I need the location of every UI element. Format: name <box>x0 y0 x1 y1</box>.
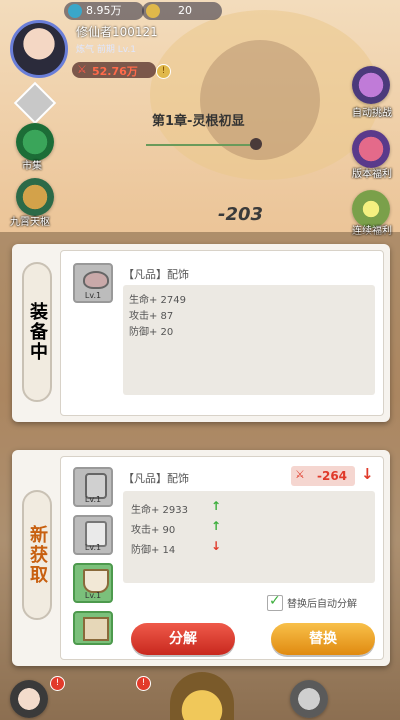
gem-icon <box>68 4 82 18</box>
currency-pill-2: 20 <box>142 2 222 20</box>
check-icon: ✓ <box>269 593 281 609</box>
bottom-red-dot-2: ! <box>136 676 151 691</box>
new-tab: 新获取 <box>22 490 52 620</box>
stat-down-arrow-icon: ↓ <box>211 539 222 553</box>
auto-challenge-icon[interactable] <box>352 66 390 104</box>
replace-button[interactable]: 替换 <box>271 623 375 655</box>
sky-pivot-label: 九霄天枢 <box>10 217 50 228</box>
version-welfare-label: 版本福利 <box>352 169 392 180</box>
equipped-item-slot[interactable]: Lv.1 <box>73 263 113 303</box>
swords-icon: ⚔ <box>77 63 87 76</box>
stat-up-arrow-icon: ↑ <box>211 499 222 513</box>
equipped-stats-box: 生命+ 2749 攻击+ 87 防御+ 20 <box>123 285 375 395</box>
player-name: 修仙者100121 <box>76 25 158 39</box>
boots-icon <box>83 617 109 641</box>
new-item-panel: 新获取 Lv.1 Lv.1 Lv.1 【凡品】配饰 ⚔ -264 ↓ 生命+ 2… <box>12 450 390 666</box>
player-avatar[interactable] <box>10 20 68 78</box>
crossed-swords-icon: ⚔ <box>295 468 305 481</box>
market-icon[interactable] <box>16 123 54 161</box>
equipped-tab: 装备中 <box>22 262 52 402</box>
new-item-slot-1[interactable]: Lv.1 <box>73 467 113 507</box>
chapter-title: 第1章-灵根初显 <box>152 114 245 129</box>
new-stat-hp: 生命+ 2933 <box>131 505 189 516</box>
auto-decompose-checkbox[interactable]: ✓ <box>267 593 283 611</box>
coin-icon <box>146 4 160 18</box>
new-stat-def: 防御+ 14 <box>131 545 176 556</box>
equipped-quality: 【凡品】配饰 <box>123 268 189 281</box>
power-pill: ⚔ 52.76万 <box>72 62 156 78</box>
bottom-red-dot: ! <box>50 676 65 691</box>
boss-node <box>250 138 262 150</box>
equipped-card: Lv.1 【凡品】配饰 生命+ 2749 攻击+ 87 防御+ 20 <box>60 250 384 416</box>
stat-hp: 生命+ 2749 <box>129 295 187 306</box>
new-quality: 【凡品】配饰 <box>123 472 189 485</box>
new-stat-atk: 攻击+ 90 <box>131 525 176 536</box>
character-icon[interactable] <box>10 680 48 718</box>
market-label: 市集 <box>22 161 42 172</box>
damage-number: -203 <box>218 204 264 225</box>
new-item-slot-3[interactable]: Lv.1 <box>73 563 113 603</box>
stat-atk: 攻击+ 87 <box>129 311 174 322</box>
version-welfare-icon[interactable] <box>352 130 390 168</box>
stat-up-arrow-icon: ↑ <box>211 519 222 533</box>
power-diff-badge: ⚔ -264 <box>291 466 355 486</box>
accessory-icon <box>83 271 109 289</box>
power-down-arrow-icon: ↓ <box>361 465 374 483</box>
new-item-card: Lv.1 Lv.1 Lv.1 【凡品】配饰 ⚔ -264 ↓ 生命+ 2933 … <box>60 456 384 660</box>
sky-pivot-icon[interactable] <box>16 178 54 216</box>
auto-challenge-label: 自动挑战 <box>352 108 392 119</box>
equipped-panel: 装备中 Lv.1 【凡品】配饰 生命+ 2749 攻击+ 87 防御+ 20 <box>12 244 390 422</box>
progress-line <box>146 144 256 146</box>
new-item-slot-2[interactable]: Lv.1 <box>73 515 113 555</box>
stat-def: 防御+ 20 <box>129 327 174 338</box>
notice-dot: ! <box>156 64 171 79</box>
skirt-icon <box>83 569 109 593</box>
new-stats-box: 生命+ 2933 ↑ 攻击+ 90 ↑ 防御+ 14 ↓ <box>123 491 375 583</box>
decompose-button[interactable]: 分解 <box>131 623 235 655</box>
companion-icon[interactable] <box>290 680 328 718</box>
new-item-slot-4[interactable] <box>73 611 113 645</box>
currency-pill-1: 8.95万 <box>64 2 144 20</box>
realm-info: 炼气 前期 Lv.1 <box>76 45 136 55</box>
auto-decompose-label: 替换后自动分解 <box>287 599 357 610</box>
